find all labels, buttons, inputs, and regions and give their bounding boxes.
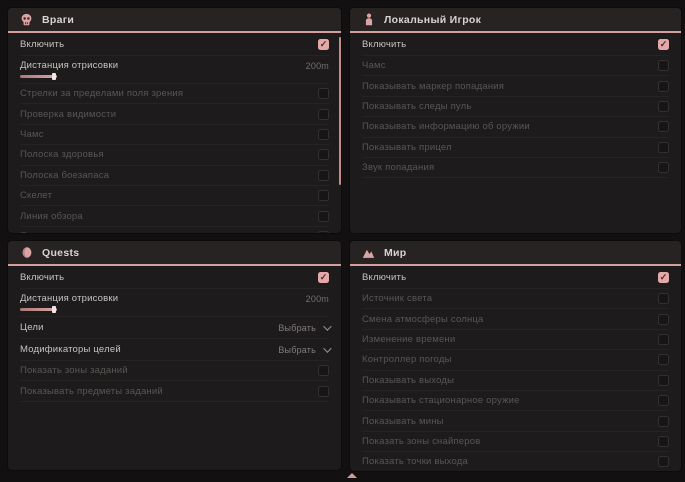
checkbox-unchecked[interactable] <box>658 81 669 92</box>
row-bullet-traces[interactable]: Показывать следы пуль <box>362 97 669 117</box>
row-targets[interactable]: Цели Выбрать <box>20 317 329 339</box>
row-weather-controller[interactable]: Контроллер погоды <box>362 350 669 370</box>
skull-icon <box>20 13 33 26</box>
checkbox-unchecked[interactable] <box>658 162 669 173</box>
targets-dropdown[interactable]: Выбрать <box>278 323 329 333</box>
row-crosshair[interactable]: Показывать прицел <box>362 138 669 158</box>
checkbox-unchecked[interactable] <box>658 142 669 153</box>
person-icon <box>362 13 375 26</box>
checkbox-unchecked[interactable] <box>318 129 329 140</box>
row-bullet-traces[interactable]: Показывать следы пуль <box>20 227 329 233</box>
row-ammo-bar[interactable]: Полоска боезапаса <box>20 166 329 186</box>
panel-title: Quests <box>42 247 79 259</box>
row-time-change[interactable]: Изменение времени <box>362 330 669 350</box>
row-chams[interactable]: Чамс <box>362 56 669 76</box>
panel-title: Враги <box>42 14 74 26</box>
panel-enemies: Враги Включить ✓ Дистанция отрисовки 200… <box>8 8 341 233</box>
row-skeleton[interactable]: Скелет <box>20 186 329 206</box>
panel-local-player-rows: Включить ✓ Чамс Показывать маркер попада… <box>350 33 681 178</box>
slider-value: 200m <box>306 294 329 304</box>
row-enable[interactable]: Включить ✓ <box>20 33 329 56</box>
row-exit-points[interactable]: Показать точки выхода <box>362 452 669 471</box>
slider-value: 200m <box>306 61 329 71</box>
checkbox-unchecked[interactable] <box>318 109 329 120</box>
checkbox-unchecked[interactable] <box>318 365 329 376</box>
checkbox-unchecked[interactable] <box>658 395 669 406</box>
row-draw-distance: Дистанция отрисовки 200m <box>20 289 329 317</box>
panel-title: Локальный Игрок <box>384 14 481 26</box>
checkbox-unchecked[interactable] <box>658 121 669 132</box>
panel-world: Мир Включить ✓ Источник света Смена атмо… <box>350 241 681 471</box>
checkbox-checked[interactable]: ✓ <box>658 272 669 283</box>
panel-world-header[interactable]: Мир <box>350 241 681 266</box>
row-light-source[interactable]: Источник света <box>362 289 669 309</box>
row-sun-atmosphere[interactable]: Смена атмосферы солнца <box>362 309 669 329</box>
draw-distance-slider[interactable] <box>20 75 57 78</box>
checkbox-checked[interactable]: ✓ <box>658 39 669 50</box>
row-sniper-zones[interactable]: Показать зоны снайперов <box>362 432 669 452</box>
row-quest-zones[interactable]: Показать зоны заданий <box>20 361 329 381</box>
checkbox-unchecked[interactable] <box>658 293 669 304</box>
checkbox-unchecked[interactable] <box>318 386 329 397</box>
checkbox-unchecked[interactable] <box>318 88 329 99</box>
row-exits[interactable]: Показывать выходы <box>362 371 669 391</box>
row-weapon-info[interactable]: Показывать информацию об оружии <box>362 117 669 137</box>
checkbox-unchecked[interactable] <box>318 211 329 222</box>
row-enable[interactable]: Включить ✓ <box>20 266 329 289</box>
checkbox-unchecked[interactable] <box>318 190 329 201</box>
orb-icon <box>20 246 33 259</box>
row-line-of-sight[interactable]: Линия обзора <box>20 206 329 226</box>
checkbox-unchecked[interactable] <box>658 101 669 112</box>
row-visibility-check[interactable]: Проверка видимости <box>20 104 329 124</box>
panel-local-player-header[interactable]: Локальный Игрок <box>350 8 681 33</box>
draw-distance-slider[interactable] <box>20 308 57 311</box>
row-enable[interactable]: Включить ✓ <box>362 33 669 56</box>
row-enable[interactable]: Включить ✓ <box>362 266 669 289</box>
panel-enemies-rows: Включить ✓ Дистанция отрисовки 200m Стре… <box>8 33 341 233</box>
checkbox-unchecked[interactable] <box>658 456 669 467</box>
panel-enemies-header[interactable]: Враги <box>8 8 341 33</box>
target-modifiers-dropdown[interactable]: Выбрать <box>278 345 329 355</box>
checkbox-unchecked[interactable] <box>658 60 669 71</box>
row-target-modifiers[interactable]: Модификаторы целей Выбрать <box>20 339 329 361</box>
panel-world-rows: Включить ✓ Источник света Смена атмосфер… <box>350 266 681 471</box>
panel-title: Мир <box>384 247 407 259</box>
scrollbar[interactable] <box>339 37 341 185</box>
checkbox-unchecked[interactable] <box>658 314 669 325</box>
row-chams[interactable]: Чамс <box>20 125 329 145</box>
checkbox-unchecked[interactable] <box>658 436 669 447</box>
checkbox-unchecked[interactable] <box>658 375 669 386</box>
row-stationary-weapons[interactable]: Показывать стационарное оружие <box>362 391 669 411</box>
chevron-down-icon <box>323 322 331 330</box>
checkbox-unchecked[interactable] <box>318 231 329 233</box>
row-offscreen-arrows[interactable]: Стрелки за пределами поля зрения <box>20 84 329 104</box>
panel-quests-rows: Включить ✓ Дистанция отрисовки 200m Цели… <box>8 266 341 402</box>
row-draw-distance: Дистанция отрисовки 200m <box>20 56 329 84</box>
checkbox-unchecked[interactable] <box>658 354 669 365</box>
checkbox-unchecked[interactable] <box>658 416 669 427</box>
checkbox-checked[interactable]: ✓ <box>318 39 329 50</box>
slider-thumb[interactable] <box>52 73 56 80</box>
mountains-icon <box>362 246 375 259</box>
checkbox-checked[interactable]: ✓ <box>318 272 329 283</box>
slider-thumb[interactable] <box>52 306 56 313</box>
checkbox-unchecked[interactable] <box>318 149 329 160</box>
panel-quests: Quests Включить ✓ Дистанция отрисовки 20… <box>8 241 341 470</box>
row-health-bar[interactable]: Полоска здоровья <box>20 145 329 165</box>
checkbox-unchecked[interactable] <box>658 334 669 345</box>
panel-quests-header[interactable]: Quests <box>8 241 341 266</box>
row-hit-sound[interactable]: Звук попадания <box>362 158 669 178</box>
checkbox-unchecked[interactable] <box>318 170 329 181</box>
row-quest-items[interactable]: Показывать предметы заданий <box>20 381 329 401</box>
scroll-indicator-triangle[interactable] <box>347 473 357 478</box>
row-mines[interactable]: Показывать мины <box>362 411 669 431</box>
panel-local-player: Локальный Игрок Включить ✓ Чамс Показыва… <box>350 8 681 233</box>
row-hit-marker[interactable]: Показывать маркер попадания <box>362 76 669 96</box>
chevron-down-icon <box>323 344 331 352</box>
